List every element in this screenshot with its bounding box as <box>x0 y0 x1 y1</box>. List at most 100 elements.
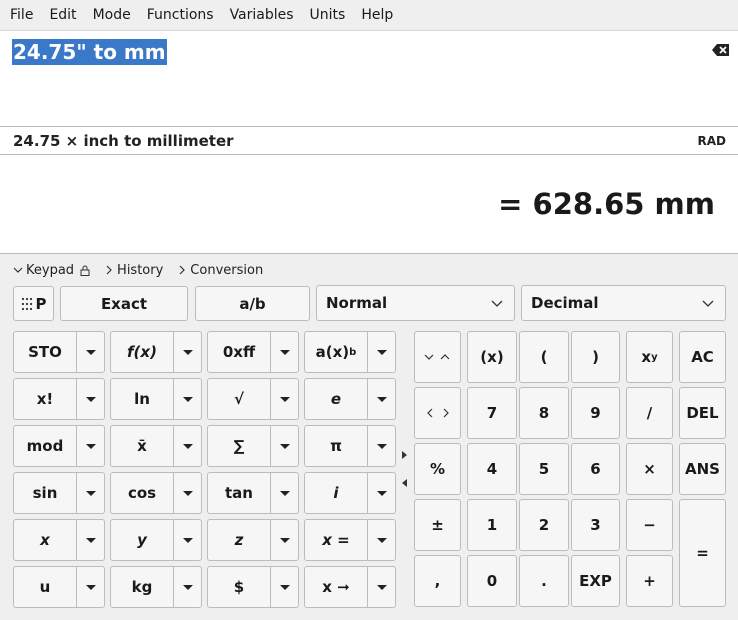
fn-key-mean[interactable]: x̄ <box>110 425 202 467</box>
key-6[interactable]: 6 <box>571 443 620 495</box>
chevron-right-icon <box>179 265 186 275</box>
dropdown-arrow[interactable] <box>76 473 104 513</box>
dropdown-arrow[interactable] <box>367 567 395 607</box>
dropdown-arrow[interactable] <box>367 473 395 513</box>
display-mode-select[interactable]: Normal <box>316 285 515 321</box>
triangle-down-icon <box>85 443 96 449</box>
collapse-left-arrow-icon[interactable] <box>402 479 407 487</box>
key-equals[interactable]: = <box>679 499 726 607</box>
fn-key-var-z[interactable]: z <box>207 519 299 561</box>
fn-key-unit-u[interactable]: u <box>13 566 105 608</box>
menu-edit[interactable]: Edit <box>41 0 84 30</box>
key-0[interactable]: 0 <box>467 555 517 607</box>
key-9[interactable]: 9 <box>571 387 620 439</box>
dropdown-arrow[interactable] <box>76 426 104 466</box>
dropdown-arrow[interactable] <box>76 520 104 560</box>
menu-help[interactable]: Help <box>353 0 401 30</box>
key-plus-minus[interactable]: ± <box>414 499 461 551</box>
fn-key-tan[interactable]: tan <box>207 472 299 514</box>
key-multiply[interactable]: × <box>626 443 673 495</box>
menu-units[interactable]: Units <box>302 0 354 30</box>
menu-file[interactable]: File <box>2 0 41 30</box>
key-decimal[interactable]: . <box>519 555 569 607</box>
fn-key-imaginary-i[interactable]: i <box>304 472 396 514</box>
tab-conversion[interactable]: Conversion <box>177 263 263 278</box>
fn-key-convert[interactable]: x ➞ <box>304 566 396 608</box>
dropdown-arrow[interactable] <box>270 379 298 419</box>
leftright-button[interactable] <box>414 387 461 439</box>
collapse-right-arrow-icon[interactable] <box>402 451 407 459</box>
fn-key-function[interactable]: f(x) <box>110 331 202 373</box>
fraction-toggle[interactable]: a/b <box>195 286 310 321</box>
fn-key-power-function[interactable]: a(x) b <box>304 331 396 373</box>
fn-key-euler-e[interactable]: e <box>304 378 396 420</box>
programming-keypad-button[interactable]: P <box>13 286 54 321</box>
key-4[interactable]: 4 <box>467 443 517 495</box>
fn-key-sin[interactable]: sin <box>13 472 105 514</box>
number-base-select[interactable]: Decimal <box>521 285 726 321</box>
backspace-icon[interactable] <box>712 43 730 57</box>
dropdown-arrow[interactable] <box>76 379 104 419</box>
dropdown-arrow[interactable] <box>173 473 201 513</box>
fn-key-currency[interactable]: $ <box>207 566 299 608</box>
dropdown-arrow[interactable] <box>173 520 201 560</box>
fn-key-sto[interactable]: STO <box>13 331 105 373</box>
dropdown-arrow[interactable] <box>270 567 298 607</box>
exact-toggle[interactable]: Exact <box>60 286 188 321</box>
angle-mode-indicator[interactable]: RAD <box>698 134 727 148</box>
updown-button[interactable] <box>414 331 461 383</box>
key-2[interactable]: 2 <box>519 499 569 551</box>
tab-keypad[interactable]: Keypad <box>13 263 90 278</box>
fn-key-cos[interactable]: cos <box>110 472 202 514</box>
key-percent[interactable]: % <box>414 443 461 495</box>
menu-variables[interactable]: Variables <box>222 0 302 30</box>
key-open-paren[interactable]: ( <box>519 331 569 383</box>
dropdown-arrow[interactable] <box>173 332 201 372</box>
dropdown-arrow[interactable] <box>367 426 395 466</box>
key-comma[interactable]: , <box>414 555 461 607</box>
tab-history[interactable]: History <box>104 263 163 278</box>
key-paren-x[interactable]: (x) <box>467 331 517 383</box>
fn-key-var-y[interactable]: y <box>110 519 202 561</box>
dropdown-arrow[interactable] <box>270 426 298 466</box>
menu-mode[interactable]: Mode <box>85 0 139 30</box>
key-ac[interactable]: AC <box>679 331 726 383</box>
key-del[interactable]: DEL <box>679 387 726 439</box>
fn-key-ln[interactable]: ln <box>110 378 202 420</box>
key-minus[interactable]: − <box>626 499 673 551</box>
fn-key-unit-kg[interactable]: kg <box>110 566 202 608</box>
dropdown-arrow[interactable] <box>270 473 298 513</box>
key-ans[interactable]: ANS <box>679 443 726 495</box>
key-8[interactable]: 8 <box>519 387 569 439</box>
fn-key-hex[interactable]: 0xff <box>207 331 299 373</box>
key-plus[interactable]: + <box>626 555 673 607</box>
expression-input[interactable]: 24.75" to mm <box>0 30 738 127</box>
fn-key-x-equals[interactable]: x = <box>304 519 396 561</box>
dropdown-arrow[interactable] <box>76 567 104 607</box>
lock-icon[interactable] <box>80 265 90 276</box>
dropdown-arrow[interactable] <box>173 379 201 419</box>
dropdown-arrow[interactable] <box>367 379 395 419</box>
key-divide[interactable]: ∕ <box>626 387 673 439</box>
key-1[interactable]: 1 <box>467 499 517 551</box>
key-exp[interactable]: EXP <box>571 555 620 607</box>
key-3[interactable]: 3 <box>571 499 620 551</box>
dropdown-arrow[interactable] <box>367 520 395 560</box>
fn-key-var-x[interactable]: x <box>13 519 105 561</box>
key-close-paren[interactable]: ) <box>571 331 620 383</box>
key-7[interactable]: 7 <box>467 387 517 439</box>
dropdown-arrow[interactable] <box>270 332 298 372</box>
dropdown-arrow[interactable] <box>173 426 201 466</box>
menu-functions[interactable]: Functions <box>139 0 222 30</box>
fn-key-sqrt[interactable]: √ <box>207 378 299 420</box>
dropdown-arrow[interactable] <box>367 332 395 372</box>
fn-key-pi[interactable]: π <box>304 425 396 467</box>
dropdown-arrow[interactable] <box>270 520 298 560</box>
fn-key-factorial[interactable]: x! <box>13 378 105 420</box>
fn-key-sum[interactable]: ∑ <box>207 425 299 467</box>
dropdown-arrow[interactable] <box>76 332 104 372</box>
dropdown-arrow[interactable] <box>173 567 201 607</box>
key-power[interactable]: xy <box>626 331 673 383</box>
key-5[interactable]: 5 <box>519 443 569 495</box>
fn-key-mod[interactable]: mod <box>13 425 105 467</box>
